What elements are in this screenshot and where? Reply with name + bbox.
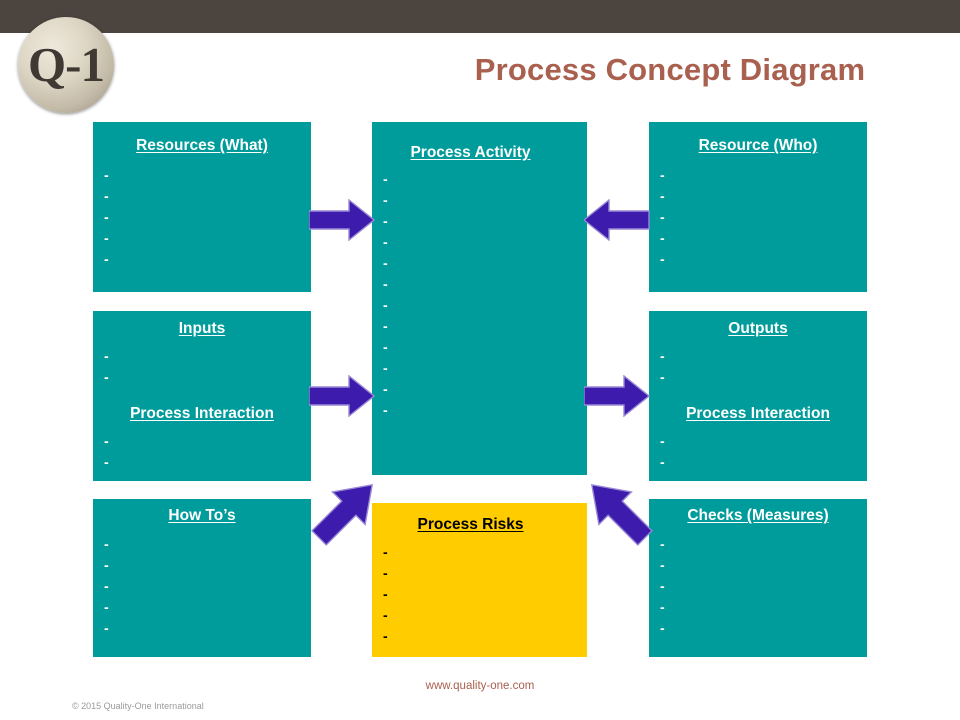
bullet-item: - [383, 255, 388, 272]
footer-copyright: © 2015 Quality-One International [72, 701, 204, 711]
bullet-item: - [660, 599, 665, 616]
bullet-item: - [383, 544, 388, 561]
arrow-checks-to-activity-icon [590, 483, 653, 546]
bullet-item: - [104, 251, 109, 268]
bullet-item: - [104, 620, 109, 637]
bullet-item: - [104, 599, 109, 616]
box-inputs[interactable]: Inputs - - Process Interaction - - [93, 311, 311, 481]
bullet-item: - [660, 251, 665, 268]
bullet-item: - [660, 369, 665, 386]
quality-one-logo: Q-1 [18, 17, 114, 113]
box-outputs-heading: Outputs [728, 320, 788, 337]
box-process-risks[interactable]: Process Risks - - - - - [372, 503, 587, 657]
bullet-item: - [104, 433, 109, 450]
bullet-item: - [104, 230, 109, 247]
bullet-item: - [383, 171, 388, 188]
box-checks-measures[interactable]: Checks (Measures) - - - - - [649, 499, 867, 657]
arrow-who-to-activity-icon [584, 199, 650, 241]
box-process-risks-bullets: - - - - - [372, 545, 587, 650]
bullet-item: - [104, 454, 109, 471]
box-process-activity[interactable]: Process Activity - - - - - - - - - - - - [372, 122, 587, 475]
bullet-item: - [104, 369, 109, 386]
page-title: Process Concept Diagram [474, 52, 866, 87]
bullet-item: - [383, 607, 388, 624]
box-outputs-sub-bullets: - - [649, 434, 867, 476]
logo-text: Q-1 [28, 36, 105, 92]
bullet-item: - [104, 557, 109, 574]
bullet-item: - [383, 297, 388, 314]
bullet-item: - [383, 339, 388, 356]
footer-website-url[interactable]: www.quality-one.com [330, 680, 630, 692]
bullet-item: - [660, 578, 665, 595]
bullet-item: - [383, 628, 388, 645]
bullet-item: - [660, 209, 665, 226]
box-resource-who-heading: Resource (Who) [698, 137, 818, 154]
box-process-activity-bullets: - - - - - - - - - - - - [372, 172, 587, 424]
box-checks-measures-heading: Checks (Measures) [687, 507, 829, 524]
bullet-item: - [104, 209, 109, 226]
bullet-item: - [383, 318, 388, 335]
arrow-activity-to-outputs-icon [584, 375, 650, 417]
bullet-item: - [104, 536, 109, 553]
bullet-item: - [660, 433, 665, 450]
bullet-item: - [383, 565, 388, 582]
box-how-tos[interactable]: How To’s - - - - - [93, 499, 311, 657]
box-inputs-sub-bullets: - - [93, 434, 311, 476]
bullet-item: - [660, 230, 665, 247]
box-resource-who[interactable]: Resource (Who) - - - - - [649, 122, 867, 292]
box-inputs-subheading: Process Interaction [130, 405, 274, 423]
box-inputs-bullets: - - [93, 349, 311, 391]
box-outputs-subheading: Process Interaction [686, 405, 830, 423]
bullet-item: - [660, 167, 665, 184]
box-resources-what-bullets: - - - - - [93, 168, 311, 273]
bullet-item: - [104, 348, 109, 365]
bullet-item: - [383, 213, 388, 230]
box-how-tos-bullets: - - - - - [93, 537, 311, 642]
slide-canvas: Q-1 Process Concept Diagram Resources (W… [0, 0, 960, 720]
bullet-item: - [383, 234, 388, 251]
bullet-item: - [660, 188, 665, 205]
arrow-resources-to-activity-icon [309, 199, 375, 241]
bullet-item: - [383, 381, 388, 398]
bullet-item: - [660, 454, 665, 471]
box-process-activity-heading: Process Activity [410, 144, 531, 161]
box-resources-what-heading: Resources (What) [136, 137, 268, 154]
box-process-risks-heading: Process Risks [417, 516, 524, 533]
bullet-item: - [383, 402, 388, 419]
box-how-tos-heading: How To’s [168, 507, 236, 524]
box-outputs-bullets: - - [649, 349, 867, 391]
bullet-item: - [660, 536, 665, 553]
bullet-item: - [660, 557, 665, 574]
box-inputs-heading: Inputs [178, 320, 226, 337]
bullet-item: - [104, 188, 109, 205]
bullet-item: - [104, 167, 109, 184]
bullet-item: - [383, 276, 388, 293]
bullet-item: - [104, 578, 109, 595]
bullet-item: - [383, 360, 388, 377]
box-outputs[interactable]: Outputs - - Process Interaction - - [649, 311, 867, 481]
box-checks-measures-bullets: - - - - - [649, 537, 867, 642]
bullet-item: - [383, 192, 388, 209]
box-resources-what[interactable]: Resources (What) - - - - - [93, 122, 311, 292]
header-bar [0, 0, 960, 33]
box-resource-who-bullets: - - - - - [649, 168, 867, 273]
bullet-item: - [660, 620, 665, 637]
bullet-item: - [660, 348, 665, 365]
bullet-item: - [383, 586, 388, 603]
arrow-inputs-to-activity-icon [309, 375, 375, 417]
